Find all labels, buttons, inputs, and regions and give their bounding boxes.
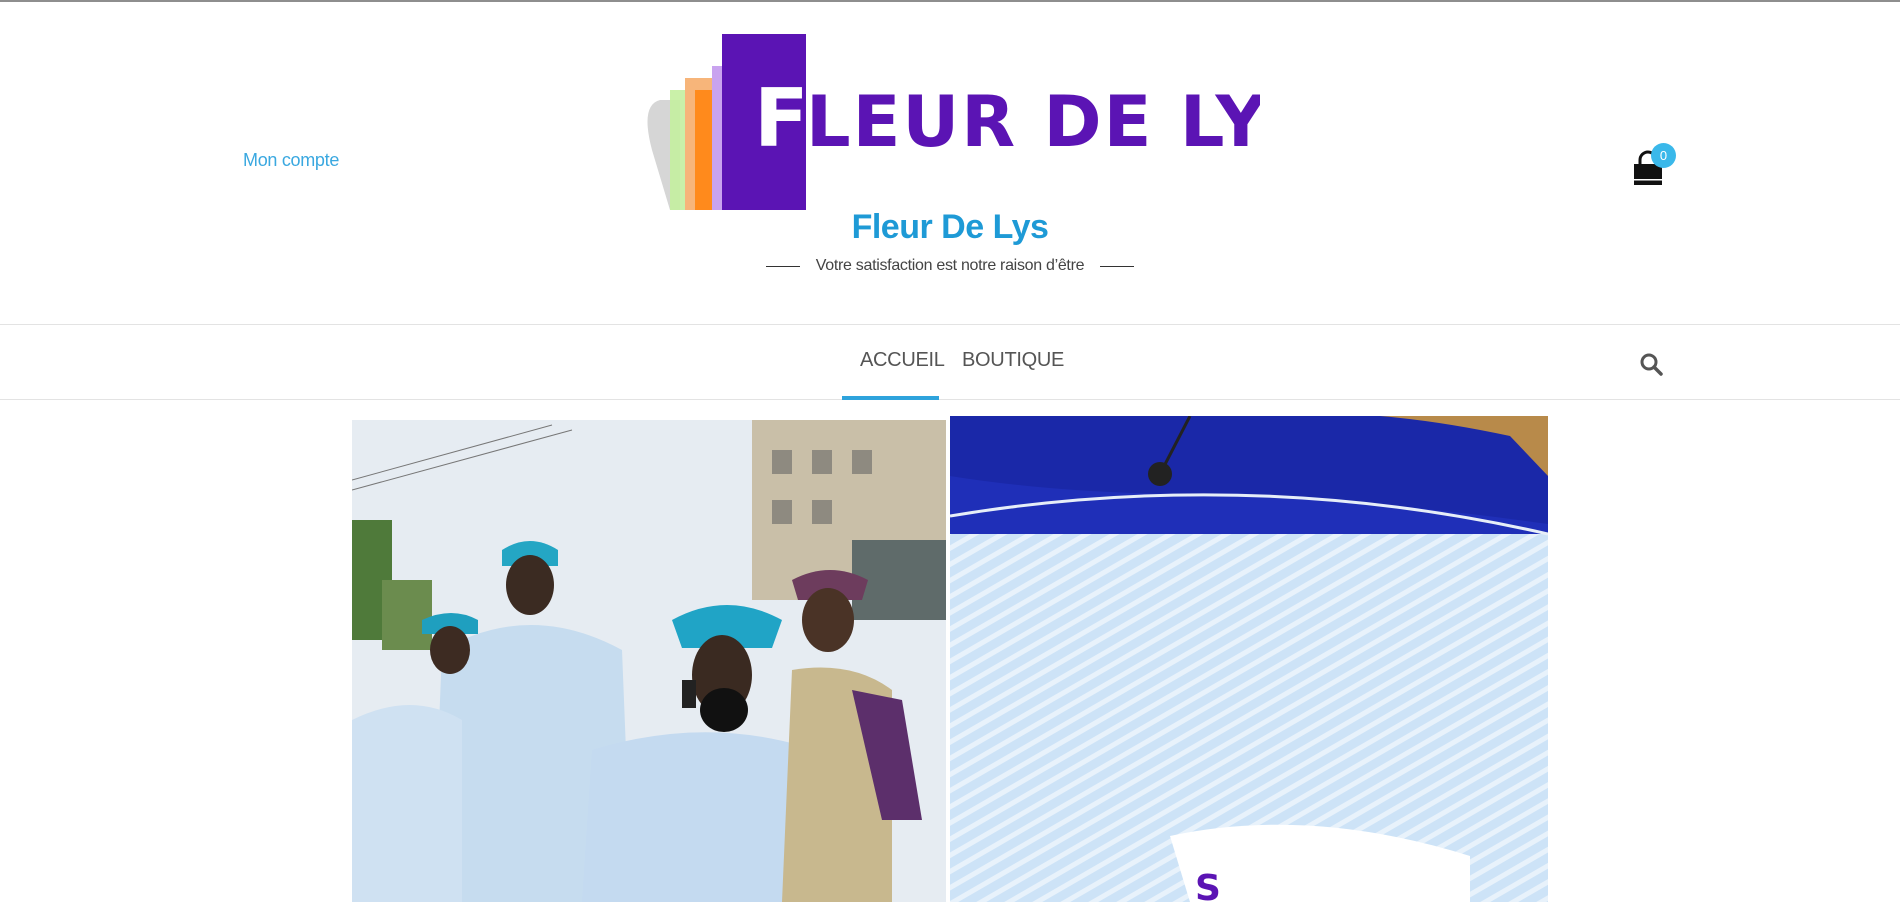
hero-image-left[interactable] bbox=[352, 420, 946, 902]
tagline-left-rule bbox=[765, 265, 800, 267]
nav-item-boutique[interactable]: BOUTIQUE bbox=[962, 349, 1064, 372]
nav-active-indicator bbox=[842, 396, 939, 400]
tagline-block: Votre satisfaction est notre raison d’êt… bbox=[0, 257, 1900, 275]
top-border bbox=[0, 0, 1900, 2]
tagline-right-rule bbox=[1100, 265, 1135, 267]
tagline: Votre satisfaction est notre raison d’êt… bbox=[815, 257, 1085, 274]
svg-text:S: S bbox=[1195, 868, 1221, 902]
striped-fabric-photo: S bbox=[950, 416, 1548, 902]
men-in-agbada-photo bbox=[352, 420, 946, 902]
nav-item-accueil[interactable]: ACCUEIL bbox=[860, 349, 945, 372]
hero-image-right[interactable]: S bbox=[950, 416, 1548, 902]
site-logo[interactable]: F LEUR DE LYS bbox=[640, 30, 1260, 212]
logo-text: LEUR DE LYS bbox=[806, 81, 1260, 163]
my-account-link[interactable]: Mon compte bbox=[243, 150, 339, 171]
svg-text:F: F bbox=[754, 72, 809, 165]
main-navigation: ACCUEIL BOUTIQUE bbox=[0, 324, 1900, 400]
cart-count-badge[interactable]: 0 bbox=[1651, 143, 1676, 168]
search-icon[interactable] bbox=[1639, 352, 1663, 376]
site-title[interactable]: Fleur De Lys bbox=[0, 208, 1900, 247]
